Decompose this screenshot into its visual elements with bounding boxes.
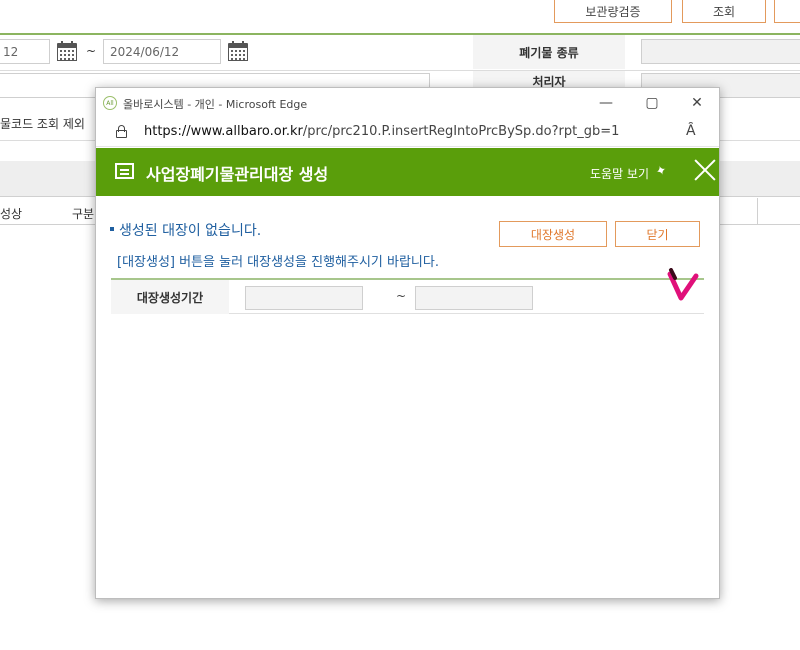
popup-window: All 올바로시스템 - 개인 - Microsoft Edge — ▢ ✕ h… — [95, 87, 720, 599]
barcode-exclude-label: 물코드 조회 제외 — [0, 117, 85, 131]
doc-icon — [115, 163, 134, 179]
period-label: 대장생성기간 — [111, 280, 229, 314]
waste-type-label: 폐기물 종류 — [473, 35, 625, 69]
window-title: 올바로시스템 - 개인 - Microsoft Edge — [123, 98, 308, 111]
grid-column-divider — [757, 198, 758, 224]
start-date-input[interactable]: 12 — [0, 39, 50, 64]
end-date-input[interactable]: 2024/06/12 — [103, 39, 221, 64]
window-titlebar: All 올바로시스템 - 개인 - Microsoft Edge — ▢ ✕ — [96, 88, 719, 117]
lock-icon[interactable] — [116, 125, 127, 138]
popup-header: 사업장폐기물관리대장 생성 도움말 보기 ✦ — [96, 148, 719, 196]
popup-title: 사업장폐기물관리대장 생성 — [146, 165, 329, 184]
calendar-icon[interactable] — [57, 41, 77, 61]
address-bar[interactable]: https://www.allbaro.or.kr/prc/prc210.P.i… — [96, 117, 719, 147]
grid-header-state: 성상 — [0, 207, 23, 221]
form-top-border — [0, 33, 800, 35]
period-row: 대장생성기간 ~ — [111, 278, 704, 314]
grid-header-category: 구분 — [72, 207, 95, 221]
extra-button[interactable] — [774, 0, 800, 23]
close-button[interactable]: 닫기 — [615, 221, 700, 247]
instruction-message: [대장생성] 버튼을 눌러 대장생성을 진행해주시기 바랍니다. — [117, 255, 439, 270]
maximize-icon[interactable]: ▢ — [642, 93, 662, 113]
period-end-input[interactable] — [415, 286, 533, 310]
url-text[interactable]: https://www.allbaro.or.kr/prc/prc210.P.i… — [144, 124, 619, 139]
allbaro-app-icon: All — [103, 96, 117, 110]
create-ledger-button[interactable]: 대장생성 — [499, 221, 607, 247]
waste-type-input[interactable] — [641, 39, 800, 64]
bullet-square — [110, 227, 114, 231]
close-window-icon[interactable]: ✕ — [687, 93, 707, 113]
help-link[interactable]: 도움말 보기 — [590, 165, 649, 182]
storage-verify-button[interactable]: 보관량검증 — [554, 0, 672, 23]
pin-icon[interactable]: ✦ — [654, 163, 669, 181]
period-start-input[interactable] — [245, 286, 363, 310]
calendar-icon[interactable] — [228, 41, 248, 61]
period-separator: ~ — [396, 289, 407, 303]
search-button[interactable]: 조회 — [682, 0, 766, 23]
status-message: 생성된 대장이 없습니다. — [110, 220, 261, 240]
pink-checkmark-annotation — [667, 268, 699, 301]
close-icon[interactable] — [693, 158, 717, 182]
minimize-icon[interactable]: — — [596, 93, 616, 113]
row-divider — [0, 70, 800, 71]
date-separator: ~ — [86, 44, 97, 58]
read-aloud-icon[interactable]: Ȃ — [686, 123, 696, 139]
